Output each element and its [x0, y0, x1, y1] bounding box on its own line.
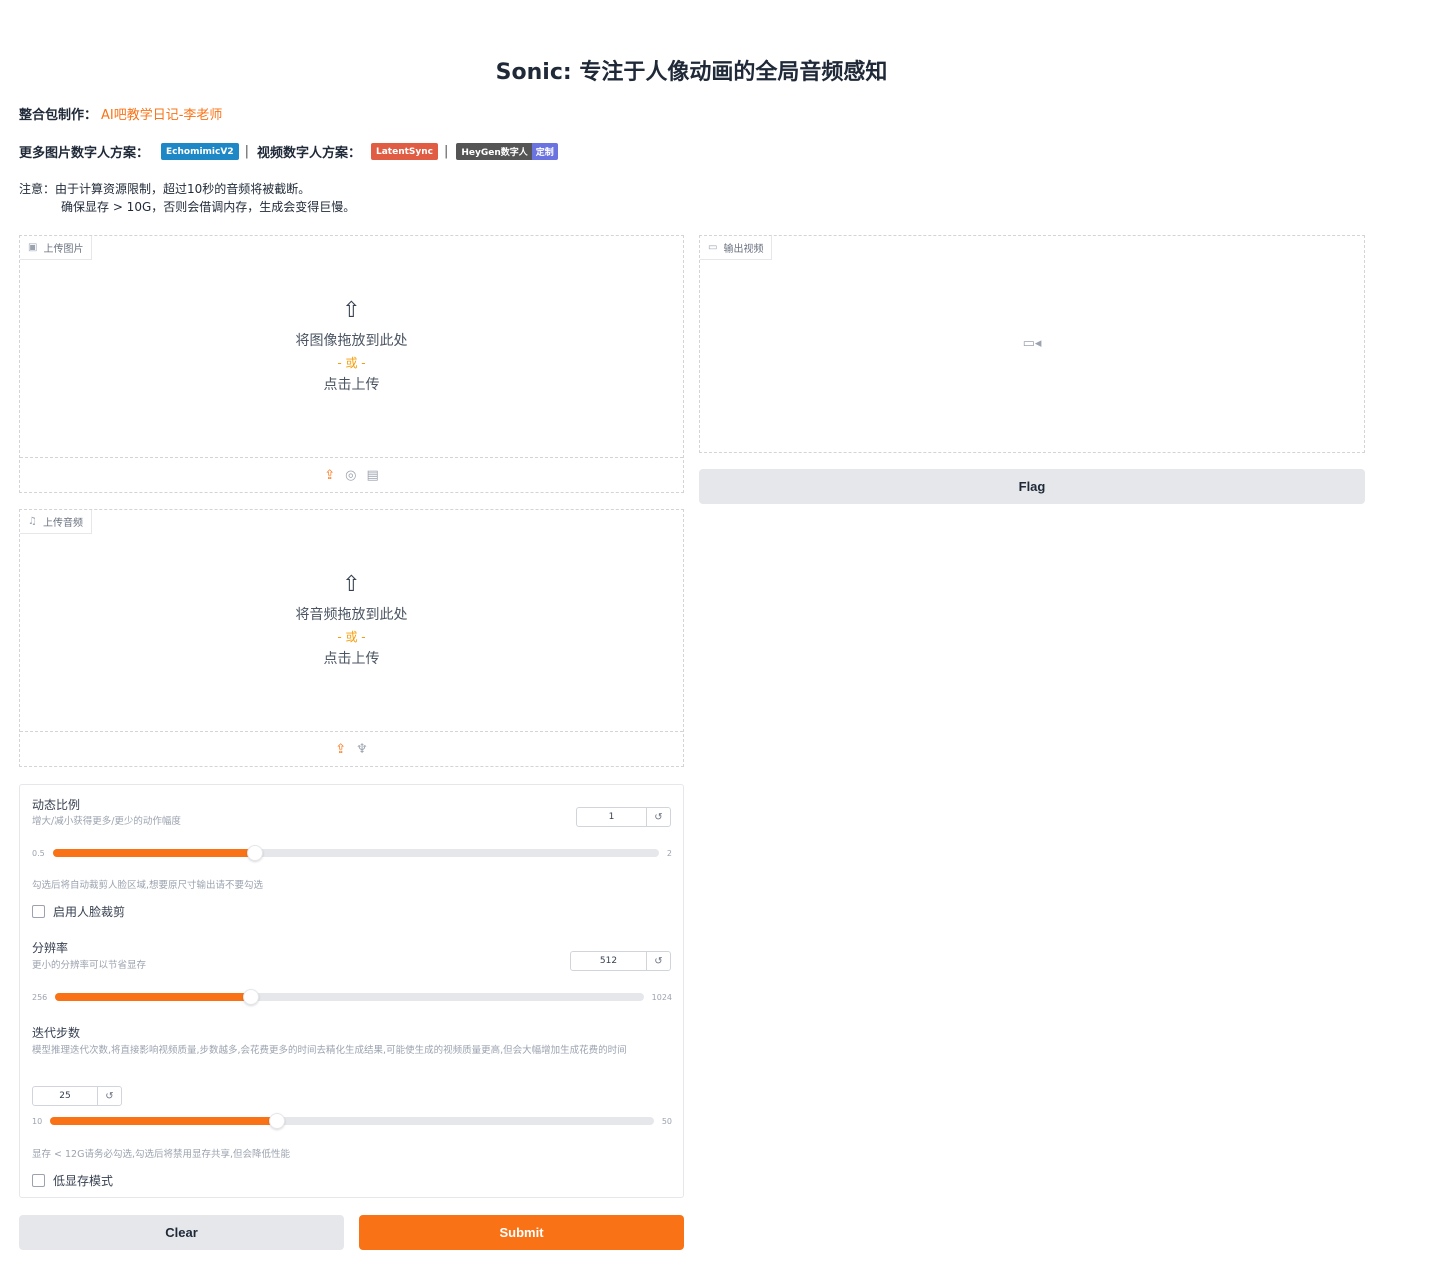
or-text: - 或 - [337, 630, 366, 644]
webcam-icon[interactable]: ◎ [345, 468, 356, 483]
or-text: - 或 - [337, 356, 366, 370]
separator: | [244, 144, 249, 159]
upload-icon: ⇧ [342, 298, 361, 323]
separator: | [444, 144, 449, 159]
audio-upload-label: ♫ 上传音频 [20, 510, 92, 534]
steps-input[interactable]: 25 ↺ [32, 1086, 122, 1106]
image-upload-block: ▣ 上传图片 ⇧ 将图像拖放到此处 - 或 - 点击上传 ⇪ ◎ ▤ [19, 235, 684, 493]
heygen-badge[interactable]: HeyGen数字人 [456, 143, 532, 160]
resolution-label: 分辨率 [32, 941, 69, 955]
video-placeholder-icon: ▭◂ [1022, 336, 1042, 351]
notice-line-2: 确保显存 > 10G，否则会借调内存，生成会变得巨慢。 [61, 200, 356, 214]
page-title: Sonic: 专注于人像动画的全局音频感知 [495, 60, 888, 85]
output-video-block: ▭ 输出视频 ▭◂ [699, 235, 1365, 453]
low-vram-checkbox[interactable]: 低显存模式 [32, 1172, 113, 1189]
slider-track[interactable] [52, 845, 659, 861]
flag-button[interactable]: Flag [699, 469, 1365, 504]
click-upload-text: 点击上传 [323, 377, 380, 393]
slider-min: 0.5 [32, 848, 45, 858]
slider-fill [52, 849, 255, 857]
image-icon: ▣ [28, 242, 38, 253]
clipboard-icon[interactable]: ▤ [366, 468, 378, 483]
resolution-desc: 更小的分辨率可以节省显存 [32, 960, 147, 971]
reset-icon[interactable]: ↺ [97, 1087, 121, 1105]
image-dropzone[interactable]: ⇧ 将图像拖放到此处 - 或 - 点击上传 [20, 300, 683, 396]
echomimic-badge[interactable]: EchomimicV2 [161, 143, 239, 160]
steps-slider[interactable]: 10 50 [32, 1113, 672, 1129]
author-link[interactable]: AI吧教学日记-李老师 [101, 104, 222, 123]
click-upload-text: 点击上传 [323, 651, 380, 667]
custom-badge[interactable]: 定制 [531, 143, 558, 160]
slider-max: 2 [666, 848, 672, 858]
drop-text: 将图像拖放到此处 [295, 333, 408, 349]
image-solutions-label: 更多图片数字人方案： [19, 146, 150, 161]
credit-label: 整合包制作： [19, 108, 98, 123]
latentsync-badge[interactable]: LatentSync [370, 143, 438, 160]
upload-icon: ⇧ [342, 572, 361, 597]
image-upload-label: ▣ 上传图片 [20, 236, 93, 260]
more-solutions-line: 更多图片数字人方案： EchomimicV2 | 视频数字人方案： Latent… [19, 142, 562, 161]
slider-fill [55, 993, 252, 1001]
checkbox-box[interactable] [32, 905, 45, 918]
video-icon: ▭ [708, 242, 718, 253]
upload-icon[interactable]: ⇪ [335, 742, 346, 757]
slider-fill [50, 1117, 277, 1125]
low-vram-hint: 显存 < 12G请务必勾选,勾选后将禁用显存共享,但会降低性能 [32, 1149, 290, 1160]
slider-min: 256 [32, 992, 48, 1002]
output-video-label: ▭ 输出视频 [700, 236, 773, 260]
audio-source-toolbar: ⇪ ♆ [20, 731, 683, 767]
steps-label: 迭代步数 [32, 1026, 81, 1040]
checkbox-box[interactable] [32, 1174, 45, 1187]
slider-thumb[interactable] [243, 989, 260, 1005]
music-icon: ♫ [28, 516, 37, 527]
slider-thumb[interactable] [246, 845, 263, 861]
resolution-input[interactable]: 512 ↺ [570, 951, 671, 971]
microphone-icon[interactable]: ♆ [356, 742, 368, 757]
resolution-slider[interactable]: 256 1024 [32, 989, 672, 1005]
motion-scale-desc: 增大/减小获得更多/更少的动作幅度 [32, 816, 181, 827]
motion-scale-label: 动态比例 [32, 798, 81, 812]
audio-upload-block: ♫ 上传音频 ⇧ 将音频拖放到此处 - 或 - 点击上传 ⇪ ♆ [19, 509, 684, 767]
reset-icon[interactable]: ↺ [646, 808, 670, 826]
audio-dropzone[interactable]: ⇧ 将音频拖放到此处 - 或 - 点击上传 [20, 574, 683, 670]
slider-max: 1024 [651, 992, 672, 1002]
drop-text: 将音频拖放到此处 [295, 607, 408, 623]
steps-desc: 模型推理迭代次数,将直接影响视频质量,步数越多,会花费更多的时间去精化生成结果,… [32, 1045, 627, 1056]
clear-button[interactable]: Clear [19, 1215, 344, 1250]
slider-min: 10 [32, 1116, 43, 1126]
credit-line: 整合包制作： AI吧教学日记-李老师 [19, 104, 222, 123]
slider-max: 50 [661, 1116, 672, 1126]
notice-line-1: 注意：由于计算资源限制，超过10秒的音频将被截断。 [19, 182, 311, 196]
face-crop-hint: 勾选后将自动裁剪人脸区域,想要原尺寸输出请不要勾选 [32, 880, 264, 891]
slider-thumb[interactable] [268, 1113, 285, 1129]
params-panel: 动态比例 增大/减小获得更多/更少的动作幅度 1 ↺ 0.5 2 勾选后将自动裁… [19, 784, 684, 1198]
slider-track[interactable] [55, 989, 644, 1005]
face-crop-checkbox[interactable]: 启用人脸裁剪 [32, 903, 125, 920]
slider-track[interactable] [50, 1113, 654, 1129]
motion-scale-slider[interactable]: 0.5 2 [32, 845, 672, 861]
notice: 注意：由于计算资源限制，超过10秒的音频将被截断。 确保显存 > 10G，否则会… [19, 180, 355, 216]
motion-scale-input[interactable]: 1 ↺ [576, 807, 671, 827]
submit-button[interactable]: Submit [359, 1215, 684, 1250]
image-source-toolbar: ⇪ ◎ ▤ [20, 457, 683, 493]
video-solutions-label: 视频数字人方案： [256, 146, 361, 161]
reset-icon[interactable]: ↺ [646, 952, 670, 970]
upload-icon[interactable]: ⇪ [324, 468, 335, 483]
